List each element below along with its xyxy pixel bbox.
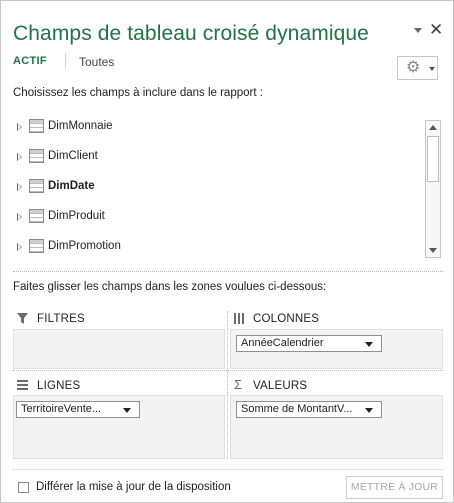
field-label: DimDate	[48, 180, 95, 192]
chevron-down-icon[interactable]	[365, 408, 373, 413]
columns-title: COLONNES	[253, 313, 320, 325]
sigma-icon: Σ	[234, 377, 243, 392]
pill-label: Somme de MontantV...	[241, 403, 353, 415]
expand-icon[interactable]	[17, 183, 22, 191]
field-item-dimproduit[interactable]: DimProduit	[13, 206, 413, 228]
chevron-down-icon	[429, 67, 435, 71]
tools-button[interactable]: ⚙	[397, 56, 438, 80]
chevron-down-icon[interactable]	[123, 408, 131, 413]
tab-all[interactable]: Toutes	[79, 55, 114, 69]
table-icon	[29, 179, 44, 193]
field-label: DimProduit	[48, 210, 105, 222]
field-list: DimMonnaie DimClient DimDate DimProduit …	[13, 116, 443, 259]
close-icon[interactable]: ✕	[429, 21, 443, 39]
field-list-scrollbar[interactable]	[425, 120, 441, 258]
expand-icon[interactable]	[17, 153, 22, 161]
section-divider	[13, 271, 443, 272]
columns-drop-area[interactable]: AnnéeCalendrier	[230, 329, 443, 369]
pill-label: AnnéeCalendrier	[241, 337, 324, 349]
footer-divider	[13, 469, 443, 470]
scroll-down-icon[interactable]	[429, 248, 437, 253]
tab-separator	[65, 53, 66, 69]
values-title: VALEURS	[253, 380, 308, 392]
defer-update-label: Différer la mise à jour de la dispositio…	[36, 481, 231, 493]
pane-title: Champs de tableau croisé dynamique	[13, 22, 369, 45]
field-item-dimclient[interactable]: DimClient	[13, 146, 413, 168]
pill-label: TerritoireVente...	[21, 403, 102, 415]
tab-active[interactable]: ACTIF	[13, 55, 47, 67]
defer-update-checkbox[interactable]	[18, 482, 29, 493]
values-field-pill[interactable]: Somme de MontantV...	[236, 401, 382, 418]
field-label: DimClient	[48, 150, 98, 162]
field-label: DimMonnaie	[48, 120, 113, 132]
rows-field-pill[interactable]: TerritoireVente...	[16, 401, 140, 418]
field-item-dimpromotion[interactable]: DimPromotion	[13, 236, 413, 258]
table-icon	[29, 209, 44, 223]
gear-icon: ⚙	[406, 59, 421, 76]
update-button[interactable]: METTRE À JOUR	[346, 476, 443, 499]
chevron-down-icon[interactable]	[365, 342, 373, 347]
field-item-dimmonnaie[interactable]: DimMonnaie	[13, 116, 413, 138]
columns-icon	[234, 313, 244, 324]
fields-prompt: Choisissez les champs à inclure dans le …	[13, 87, 263, 99]
pivot-field-list-pane: Champs de tableau croisé dynamique ✕ ACT…	[0, 0, 454, 503]
field-item-dimdate[interactable]: DimDate	[13, 176, 413, 198]
columns-field-pill[interactable]: AnnéeCalendrier	[236, 335, 382, 352]
expand-icon[interactable]	[17, 243, 22, 251]
rows-drop-area[interactable]: TerritoireVente...	[13, 395, 225, 459]
table-icon	[29, 119, 44, 133]
scroll-up-icon[interactable]	[429, 125, 437, 130]
expand-icon[interactable]	[17, 123, 22, 131]
values-drop-area[interactable]: Somme de MontantV...	[230, 395, 443, 459]
rows-icon	[17, 380, 28, 390]
scroll-thumb[interactable]	[427, 136, 439, 182]
filters-title: FILTRES	[37, 313, 85, 325]
expand-icon[interactable]	[17, 213, 22, 221]
table-icon	[29, 239, 44, 253]
filters-drop-area[interactable]	[13, 329, 225, 369]
areas-prompt: Faites glisser les champs dans les zones…	[13, 281, 327, 293]
areas-horizontal-divider	[13, 370, 443, 371]
table-icon	[29, 149, 44, 163]
areas-vertical-divider	[227, 311, 228, 459]
field-label: DimPromotion	[48, 240, 121, 252]
filter-icon	[17, 313, 28, 324]
pane-options-arrow-icon[interactable]	[414, 28, 422, 33]
rows-title: LIGNES	[37, 380, 81, 392]
